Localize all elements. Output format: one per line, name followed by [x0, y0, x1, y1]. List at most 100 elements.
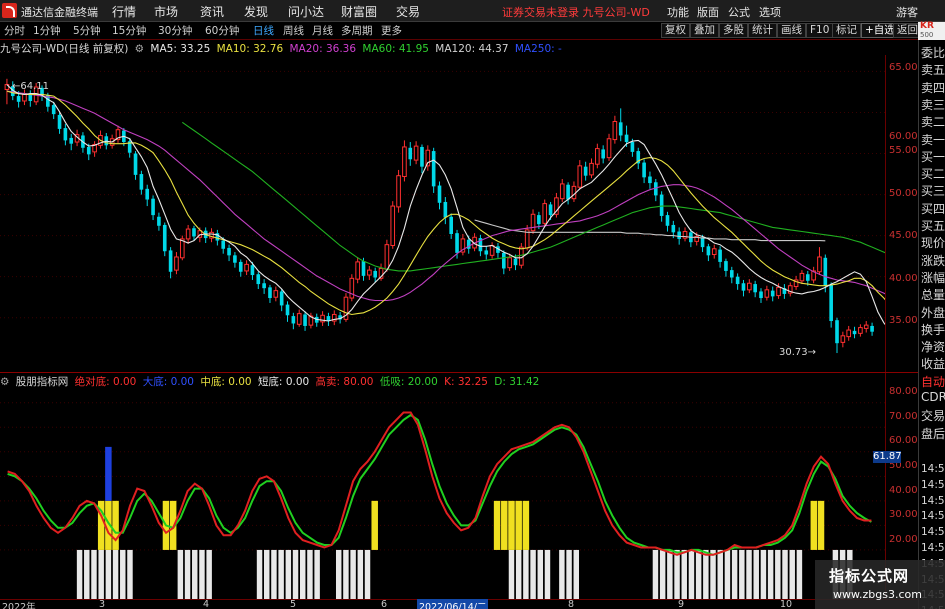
- menu-discover[interactable]: 发现: [244, 3, 268, 20]
- short-bottom-bar: [760, 549, 767, 599]
- sidebar-item[interactable]: 卖三: [921, 96, 945, 113]
- short-bottom-bar: [192, 549, 198, 599]
- short-bottom-bar: [285, 549, 292, 599]
- panel-divider[interactable]: [0, 372, 918, 373]
- period-60min[interactable]: 60分钟: [205, 24, 239, 38]
- gear-icon[interactable]: ⚙: [135, 43, 144, 55]
- indicator-tick: 30.00: [889, 509, 918, 520]
- candle-body: [741, 283, 746, 291]
- sidebar-item[interactable]: 卖二: [921, 113, 945, 130]
- indicator-value: 绝对底: 0.00: [74, 376, 137, 388]
- sidebar-item[interactable]: 卖一: [921, 131, 945, 148]
- guest-login[interactable]: 游客: [896, 4, 918, 20]
- sidebar-item[interactable]: 现价: [921, 234, 945, 251]
- sidebar-item[interactable]: 委比: [921, 44, 945, 61]
- f10-button[interactable]: F10: [806, 23, 834, 38]
- mid-bottom-bar: [112, 500, 119, 550]
- short-bottom-bar: [184, 549, 191, 599]
- kr-badge[interactable]: KR 500: [918, 22, 945, 40]
- candle-body: [157, 216, 161, 226]
- multi-stock-button[interactable]: 多股: [719, 23, 748, 38]
- period-1min[interactable]: 1分钟: [33, 24, 61, 38]
- menu-news[interactable]: 资讯: [200, 3, 224, 20]
- menu-ask[interactable]: 问小达: [288, 3, 324, 20]
- period-15min[interactable]: 15分钟: [112, 24, 146, 38]
- candle-body: [835, 320, 839, 344]
- draw-line-button[interactable]: 画线: [777, 23, 806, 38]
- sidebar-item[interactable]: 买一: [921, 148, 945, 165]
- sidebar-item[interactable]: 买四: [921, 200, 945, 217]
- candle-body: [179, 238, 185, 259]
- short-bottom-bar: [112, 549, 119, 599]
- candle-body: [630, 142, 635, 152]
- menu-function[interactable]: 功能: [667, 4, 689, 20]
- candle-body: [829, 284, 833, 322]
- menu-market[interactable]: 行情: [112, 3, 136, 20]
- sidebar-item[interactable]: 盘后: [921, 425, 945, 442]
- sidebar-item[interactable]: 外盘: [921, 304, 945, 321]
- short-bottom-bar: [717, 549, 723, 599]
- sidebar-item[interactable]: 涨幅: [921, 269, 945, 286]
- short-bottom-bar: [566, 549, 572, 599]
- sidebar-item[interactable]: 收益: [921, 355, 945, 372]
- sidebar-item[interactable]: CDR: [921, 390, 945, 404]
- period-monthly[interactable]: 月线: [312, 24, 333, 38]
- sidebar-item[interactable]: 买二: [921, 165, 945, 182]
- candle-body: [174, 256, 179, 271]
- short-bottom-bar: [796, 549, 803, 599]
- menu-markets[interactable]: 市场: [154, 3, 178, 20]
- short-bottom-bar: [537, 549, 544, 599]
- sidebar-item[interactable]: 卖五: [921, 61, 945, 78]
- period-weekly[interactable]: 周线: [283, 24, 304, 38]
- menu-options[interactable]: 选项: [759, 4, 781, 20]
- gear-icon[interactable]: ⚙: [0, 376, 9, 388]
- overlay-button[interactable]: 叠加: [690, 23, 719, 38]
- sidebar-item[interactable]: 总量: [921, 286, 945, 303]
- indicator-chart[interactable]: [0, 388, 885, 599]
- menu-layout[interactable]: 版面: [697, 4, 719, 20]
- candlestick-chart[interactable]: ←64.11 30.73→: [0, 55, 885, 367]
- candle-body: [250, 265, 255, 276]
- menu-trade[interactable]: 交易: [396, 3, 420, 20]
- time-tick: 4: [203, 599, 210, 609]
- candle-body: [870, 325, 874, 332]
- candle-body: [671, 224, 676, 233]
- short-bottom-bar: [515, 549, 522, 599]
- period-more[interactable]: 更多: [381, 24, 402, 38]
- menu-wealth[interactable]: 财富圈: [341, 3, 377, 20]
- short-bottom-bar: [753, 549, 759, 599]
- candle-body: [139, 174, 144, 190]
- statistics-button[interactable]: 统计: [748, 23, 777, 38]
- short-bottom-bar: [91, 549, 97, 599]
- indicator-title[interactable]: 股朋指标网: [16, 376, 69, 388]
- short-bottom-bar: [530, 549, 536, 599]
- sidebar-item[interactable]: 卖四: [921, 79, 945, 96]
- mark-button[interactable]: 标记: [832, 23, 861, 38]
- time-tick: 8: [568, 599, 575, 609]
- short-bottom-bar: [292, 549, 299, 599]
- period-timeshare[interactable]: 分时: [4, 24, 25, 38]
- price-axis: 65.00 60.00 55.00 50.00 45.00 40.00 35.0…: [885, 55, 918, 599]
- short-bottom-bar: [343, 549, 349, 599]
- candle-body: [279, 291, 284, 306]
- sidebar-item[interactable]: 交易: [921, 407, 945, 424]
- short-bottom-bar: [271, 549, 277, 599]
- candle-body: [759, 291, 763, 299]
- sidebar-item[interactable]: 自动: [921, 373, 945, 390]
- period-30min[interactable]: 30分钟: [158, 24, 192, 38]
- tick-time: 14:56: [921, 494, 945, 507]
- menu-formula[interactable]: 公式: [728, 4, 750, 20]
- short-bottom-bar: [674, 549, 680, 599]
- sidebar-item[interactable]: 净资: [921, 338, 945, 355]
- period-multi[interactable]: 多周期: [341, 24, 373, 38]
- sidebar-item[interactable]: 买三: [921, 182, 945, 199]
- sidebar-item[interactable]: 买五: [921, 217, 945, 234]
- short-bottom-bar: [681, 549, 687, 599]
- adjust-button[interactable]: 复权: [661, 23, 690, 38]
- short-bottom-bar: [105, 549, 112, 599]
- candle-body: [718, 249, 722, 262]
- sidebar-item[interactable]: 换手: [921, 321, 945, 338]
- sidebar-item[interactable]: 涨跌: [921, 252, 945, 269]
- period-5min[interactable]: 5分钟: [73, 24, 101, 38]
- period-daily[interactable]: 日线: [253, 24, 274, 38]
